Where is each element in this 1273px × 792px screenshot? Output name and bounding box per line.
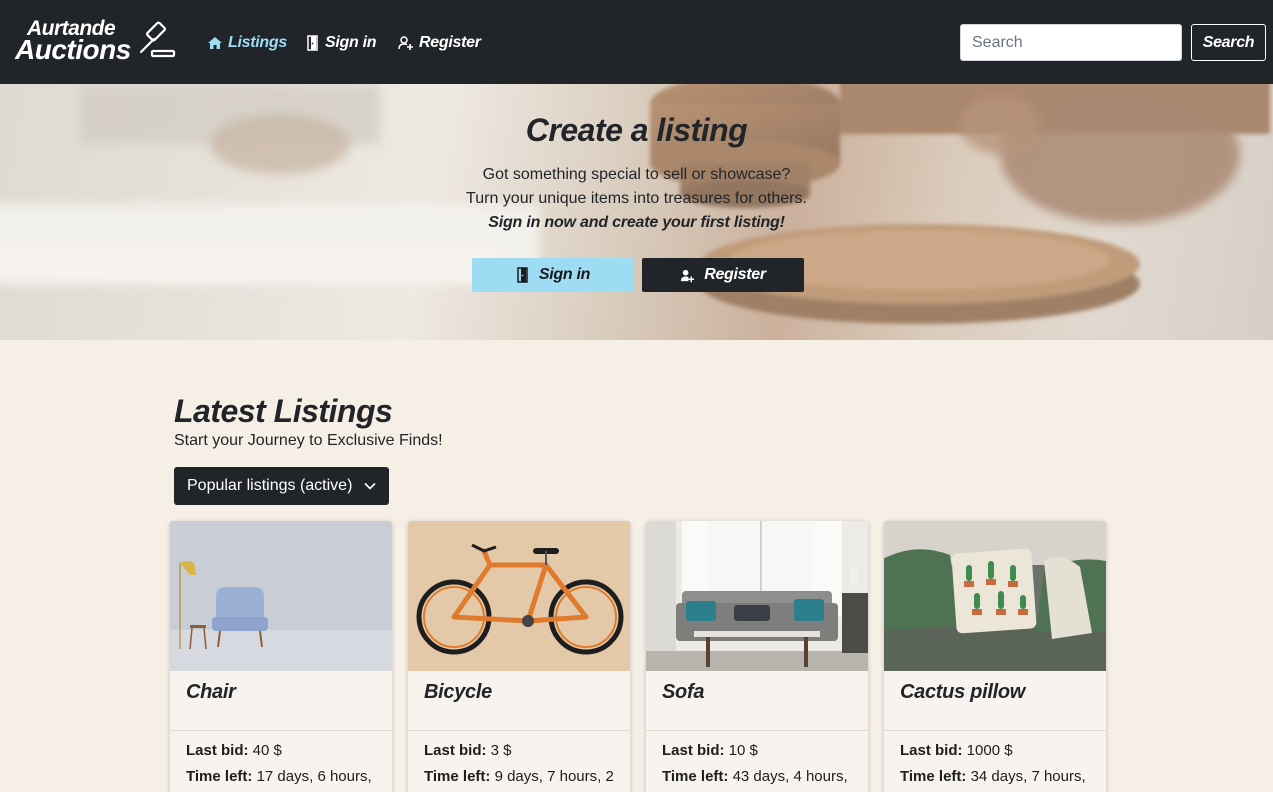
listing-card[interactable]: Chair Last bid: 40 $ Time left: 17 days,… [170,521,392,792]
hero-title: Create a listing [525,112,748,148]
search-input[interactable] [960,24,1182,61]
listing-last-bid: Last bid: 1000 $ [900,742,1013,759]
latest-listings-subtitle: Start your Journey to Exclusive Finds! [174,432,443,449]
listing-image-cactus-pillow [884,521,1106,671]
listing-last-bid: Last bid: 10 $ [662,742,758,759]
user-add-icon [398,36,413,50]
listing-title: Chair [186,681,236,703]
listing-card[interactable]: Bicycle Last bid: 3 $ Time left: 9 days,… [408,521,630,792]
latest-listings-title: Latest Listings [174,393,393,429]
listing-image-chair [170,521,392,671]
hero-banner: Create a listing Got something special t… [0,84,1273,340]
listing-last-bid: Last bid: 40 $ [186,742,282,759]
chevron-down-icon [364,482,376,490]
door-icon [517,267,528,283]
listing-title: Cactus pillow [900,681,1026,703]
listing-card[interactable]: Cactus pillow Last bid: 1000 $ Time left… [884,521,1106,792]
nav-label: Register [419,34,481,51]
hero-register-button[interactable]: Register [642,258,804,292]
search-button[interactable]: Search [1191,24,1266,61]
brand-logo[interactable]: Aurtande Auctions [15,18,177,64]
listing-time-left: Time left: 9 days, 7 hours, 2 [424,768,614,785]
hero-register-label: Register [704,266,766,283]
nav-sign-in[interactable]: Sign in [306,33,377,53]
navbar: Aurtande Auctions Listings Sign in Regis… [0,0,1273,84]
listing-title: Bicycle [424,681,492,703]
nav-label: Listings [228,34,287,51]
hero-sign-in-button[interactable]: Sign in [472,258,634,292]
listing-time-left: Time left: 34 days, 7 hours, [900,768,1086,785]
listing-image-bicycle [408,521,630,671]
listing-card[interactable]: Sofa Last bid: 10 $ Time left: 43 days, … [646,521,868,792]
listing-image-sofa [646,521,868,671]
user-add-icon [681,269,695,282]
listing-time-left: Time left: 43 days, 4 hours, [662,768,848,785]
listing-title: Sofa [662,681,705,703]
listing-time-left: Time left: 17 days, 6 hours, [186,768,372,785]
listing-filter-value: Popular listings (active) [187,477,353,494]
gavel-icon [139,21,176,58]
hero-sign-in-label: Sign in [538,266,591,283]
hero-text-line2: Turn your unique items into treasures fo… [466,190,807,207]
brand-name-line2: Auctions [15,34,131,65]
listing-filter-dropdown[interactable]: Popular listings (active) [174,467,389,505]
hero-text-line3: Sign in now and create your first listin… [488,214,785,231]
nav-label: Sign in [325,34,377,51]
hero-text-line1: Got something special to sell or showcas… [482,166,791,183]
nav-listings[interactable]: Listings [207,33,287,53]
nav-register[interactable]: Register [398,33,481,53]
home-icon [208,37,222,49]
door-icon [307,35,318,51]
listing-last-bid: Last bid: 3 $ [424,742,512,759]
